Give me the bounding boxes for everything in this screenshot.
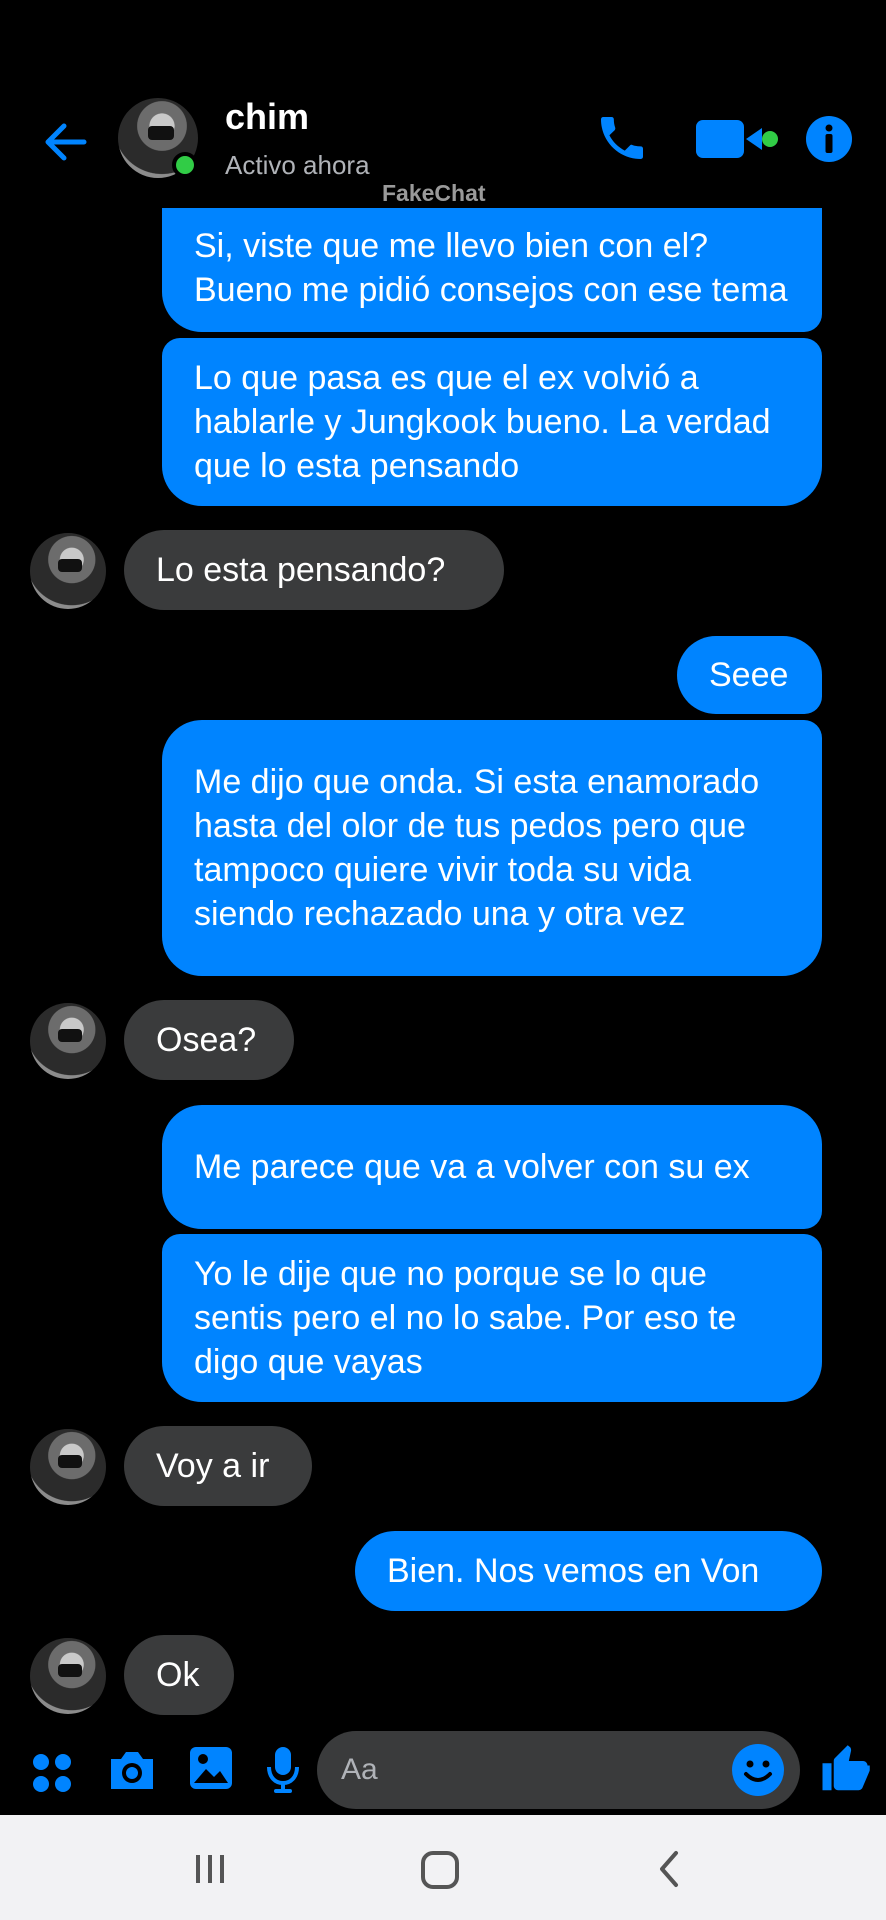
thumbs-up-icon[interactable]: [818, 1743, 872, 1802]
composer-bar: [0, 1725, 886, 1815]
message-bubble-outgoing[interactable]: Lo que pasa es que el ex volvió a hablar…: [162, 338, 822, 506]
message-text: Me parece que va a volver con su ex: [194, 1148, 750, 1186]
message-bubble-incoming[interactable]: Voy a ir: [124, 1426, 312, 1506]
gallery-icon[interactable]: [188, 1745, 234, 1796]
message-bubble-outgoing[interactable]: Bien. Nos vemos en Von: [355, 1531, 822, 1611]
message-text: Me dijo que onda. Si esta enamorado hast…: [194, 763, 760, 933]
message-bubble-outgoing[interactable]: Me dijo que onda. Si esta enamorado hast…: [162, 720, 822, 976]
message-bubble-outgoing[interactable]: Yo le dije que no porque se lo que senti…: [162, 1234, 822, 1402]
message-bubble-incoming[interactable]: Lo esta pensando?: [124, 530, 504, 610]
message-bubble-incoming[interactable]: Ok: [124, 1635, 234, 1715]
message-list[interactable]: Si, viste que me llevo bien con el? Buen…: [0, 0, 886, 1725]
message-text: Bien. Nos vemos en Von: [387, 1552, 760, 1590]
message-text: Seee: [709, 656, 789, 694]
message-text: Yo le dije que no porque se lo que senti…: [194, 1255, 737, 1381]
contact-avatar[interactable]: [30, 1638, 106, 1714]
message-text: Osea?: [156, 1021, 257, 1059]
message-text: Voy a ir: [156, 1447, 270, 1485]
message-bubble-outgoing[interactable]: Seee: [677, 636, 822, 714]
message-bubble-outgoing[interactable]: Me parece que va a volver con su ex: [162, 1105, 822, 1229]
message-bubble-outgoing[interactable]: Si, viste que me llevo bien con el? Buen…: [162, 190, 822, 332]
contact-name[interactable]: chim: [225, 96, 309, 138]
online-status-dot: [172, 152, 198, 178]
message-text: Si, viste que me llevo bien con el? Buen…: [194, 227, 788, 309]
message-text: Lo que pasa es que el ex volvió a hablar…: [194, 359, 771, 485]
message-bubble-incoming[interactable]: Osea?: [124, 1000, 294, 1080]
contact-avatar[interactable]: [30, 533, 106, 609]
microphone-icon[interactable]: [265, 1745, 301, 1800]
apps-grid-icon[interactable]: [30, 1751, 74, 1800]
info-icon[interactable]: [804, 114, 854, 169]
message-input-container: [317, 1731, 800, 1809]
contact-avatar[interactable]: [30, 1003, 106, 1079]
watermark: FakeChat: [382, 180, 486, 206]
contact-avatar[interactable]: [30, 1429, 106, 1505]
recent-apps-icon[interactable]: [190, 1849, 230, 1894]
message-text: Lo esta pensando?: [156, 551, 446, 589]
active-status: Activo ahora: [225, 150, 370, 180]
camera-icon[interactable]: [107, 1747, 157, 1798]
home-icon[interactable]: [419, 1849, 461, 1896]
message-text: Ok: [156, 1656, 200, 1694]
phone-icon[interactable]: [594, 110, 650, 171]
system-navigation-bar: [0, 1815, 886, 1920]
video-camera-icon[interactable]: [696, 116, 786, 165]
message-input[interactable]: [341, 1731, 721, 1809]
back-icon[interactable]: [650, 1849, 690, 1894]
emoji-icon[interactable]: [730, 1742, 786, 1803]
back-arrow-icon[interactable]: [38, 114, 94, 170]
